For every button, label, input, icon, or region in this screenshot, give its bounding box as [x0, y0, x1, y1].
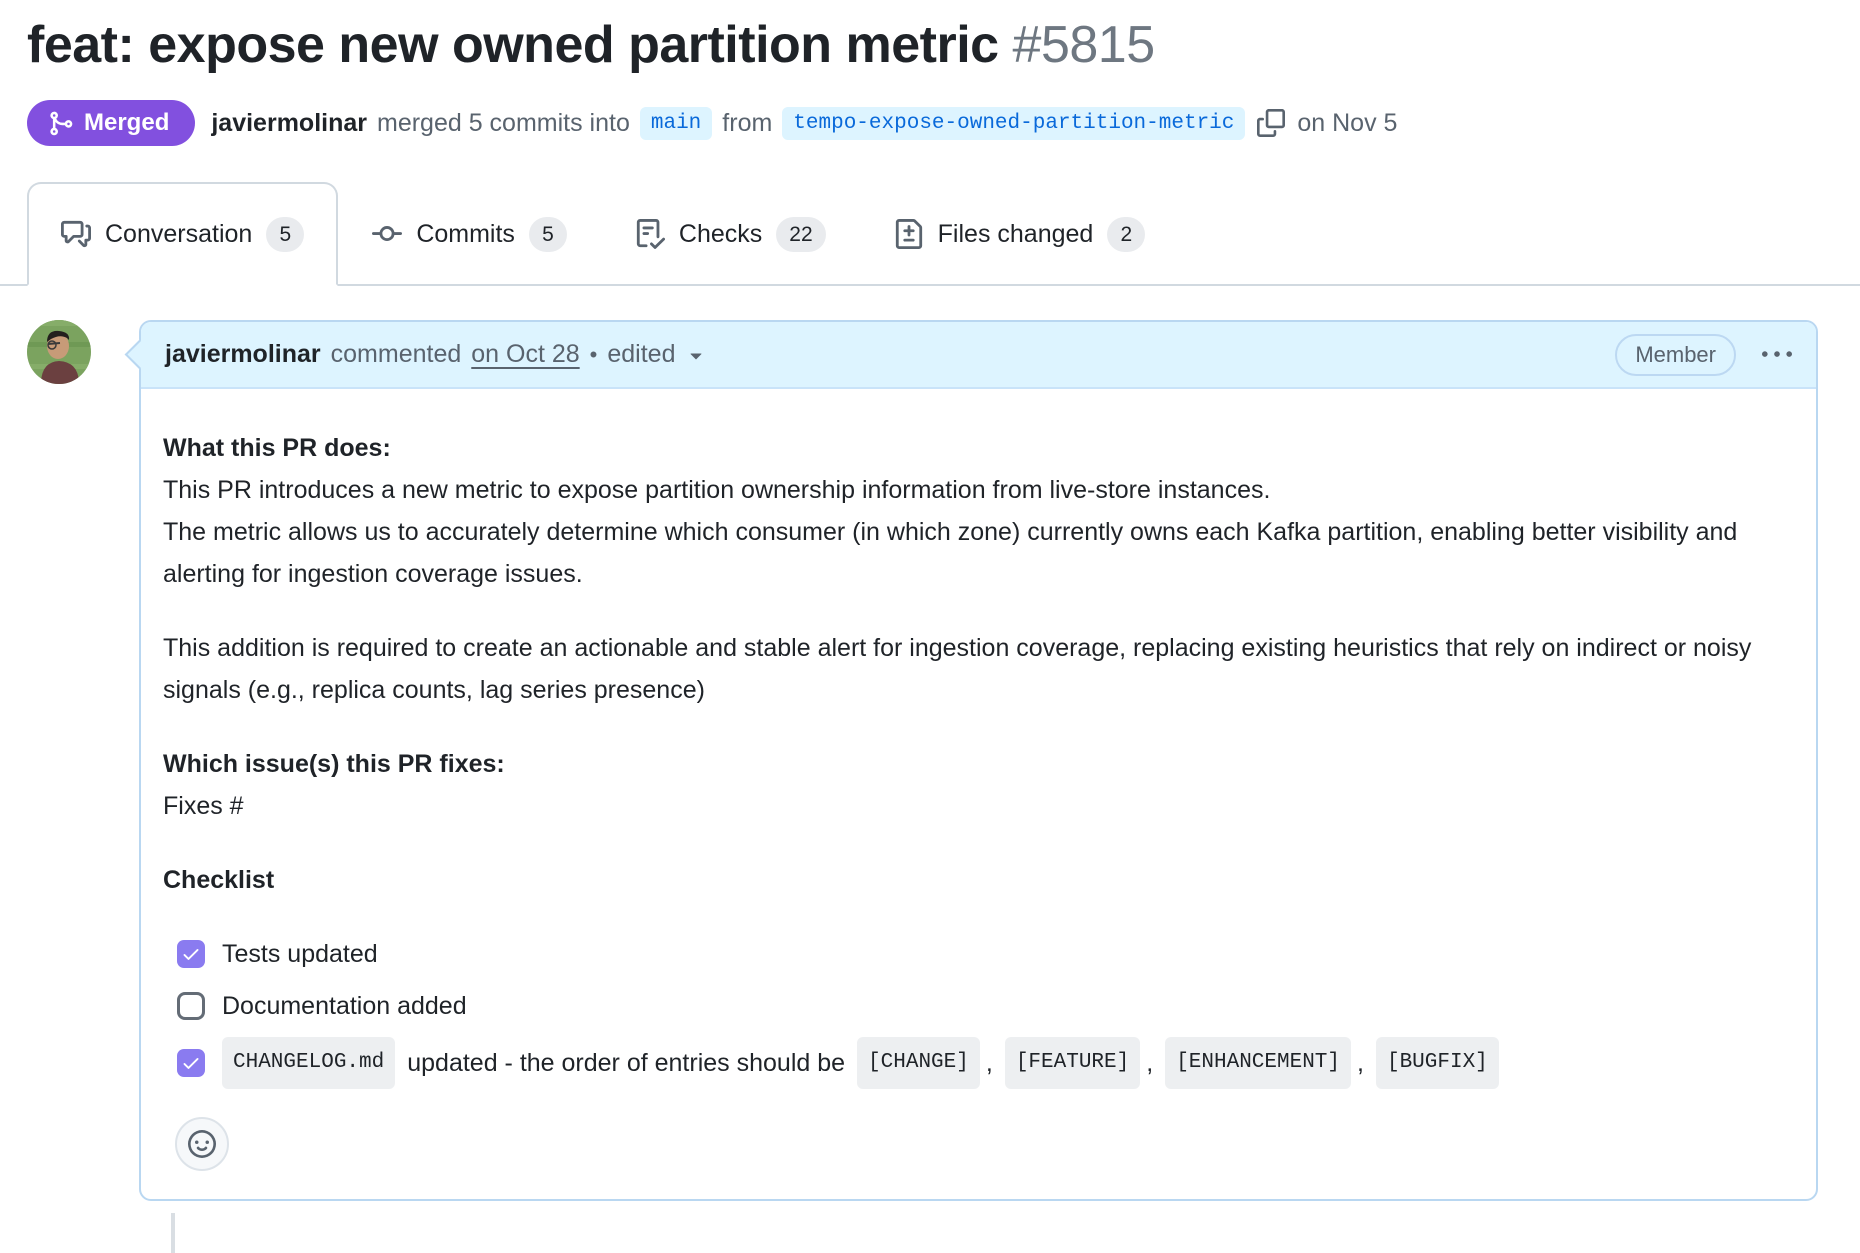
- kebab-horizontal-icon: [1762, 340, 1792, 370]
- checkbox-checked[interactable]: [177, 1049, 205, 1077]
- code-span: [CHANGE]: [857, 1037, 980, 1089]
- pr-title-text: feat: expose new owned partition metric: [27, 16, 999, 74]
- base-branch-label[interactable]: main: [640, 107, 712, 140]
- merge-summary-text: merged 5 commits into: [377, 109, 630, 138]
- paragraph-which-issues: Which issue(s) this PR fixes: Fixes #: [163, 743, 1794, 827]
- tab-label: Files changed: [938, 220, 1094, 249]
- pr-meta-row: Merged javiermolinar merged 5 commits in…: [27, 100, 1818, 146]
- task-label: CHANGELOG.md updated - the order of entr…: [222, 1037, 1499, 1089]
- merge-summary: javiermolinar merged 5 commits into main…: [211, 107, 1397, 140]
- checkbox-unchecked[interactable]: [177, 992, 205, 1020]
- comment-header: javiermolinar commented on Oct 28 • edit…: [141, 322, 1816, 389]
- tab-conversation[interactable]: Conversation 5: [27, 182, 338, 286]
- head-branch-label[interactable]: tempo-expose-owned-partition-metric: [782, 107, 1245, 140]
- tab-counter: 2: [1107, 217, 1145, 252]
- member-badge: Member: [1615, 334, 1736, 376]
- tab-commits[interactable]: Commits 5: [338, 182, 601, 286]
- comment-header-actions: Member: [1615, 334, 1792, 376]
- section-heading: Checklist: [163, 859, 1794, 901]
- edited-label[interactable]: edited: [607, 340, 675, 369]
- dot-separator: •: [590, 342, 598, 368]
- author-link[interactable]: javiermolinar: [211, 109, 367, 138]
- pull-request-page: feat: expose new owned partition metric …: [0, 0, 1860, 1253]
- check-icon: [181, 1053, 201, 1073]
- task-item: CHANGELOG.md updated - the order of entr…: [177, 1037, 1794, 1089]
- body-text: The metric allows us to accurately deter…: [163, 511, 1794, 595]
- task-label: Documentation added: [222, 985, 467, 1027]
- body-text: This PR introduces a new metric to expos…: [163, 469, 1794, 511]
- comment-header-meta: javiermolinar commented on Oct 28 • edit…: [165, 340, 708, 369]
- copy-icon: [1257, 109, 1285, 137]
- task-label: Tests updated: [222, 933, 378, 975]
- tab-checks[interactable]: Checks 22: [601, 182, 860, 286]
- body-text: Fixes #: [163, 785, 1794, 827]
- paragraph-addition-required: This addition is required to create an a…: [163, 627, 1794, 711]
- tab-label: Conversation: [105, 220, 252, 249]
- task-list: Tests updated Documentation added CHANGE…: [163, 933, 1794, 1089]
- git-commit-icon: [372, 219, 402, 249]
- smiley-icon: [188, 1130, 216, 1158]
- pr-timeline: javiermolinar commented on Oct 28 • edit…: [0, 320, 1860, 1253]
- body-text: This addition is required to create an a…: [163, 627, 1794, 711]
- paragraph-what-this-pr-does: What this PR does: This PR introduces a …: [163, 427, 1794, 595]
- tab-label: Commits: [416, 220, 515, 249]
- section-heading: What this PR does:: [163, 427, 1794, 469]
- comment-date-link[interactable]: on Oct 28: [471, 340, 579, 369]
- code-span: [ENHANCEMENT]: [1165, 1037, 1351, 1089]
- add-reaction-button[interactable]: [175, 1117, 229, 1171]
- comment-body: What this PR does: This PR introduces a …: [141, 389, 1816, 1199]
- comma: ,: [986, 1042, 993, 1084]
- code-span: [FEATURE]: [1005, 1037, 1140, 1089]
- avatar-image: [27, 320, 91, 384]
- merged-status-label: Merged: [84, 109, 169, 137]
- section-heading: Which issue(s) this PR fixes:: [163, 743, 1794, 785]
- tab-counter: 5: [266, 217, 304, 252]
- code-span: CHANGELOG.md: [222, 1037, 395, 1089]
- merged-status-badge: Merged: [27, 100, 195, 146]
- task-item: Documentation added: [177, 985, 1794, 1027]
- check-icon: [181, 944, 201, 964]
- git-merge-icon: [47, 110, 74, 137]
- paragraph-checklist-heading: Checklist: [163, 859, 1794, 901]
- comment-author-link[interactable]: javiermolinar: [165, 340, 321, 369]
- comment-action-text: commented: [331, 340, 462, 369]
- file-diff-icon: [894, 219, 924, 249]
- comment-discussion-icon: [61, 219, 91, 249]
- page-title: feat: expose new owned partition metric …: [0, 10, 1860, 76]
- kebab-menu-button[interactable]: [1762, 340, 1792, 370]
- merge-date: on Nov 5: [1297, 109, 1397, 138]
- tab-counter: 5: [529, 217, 567, 252]
- code-span: [BUGFIX]: [1376, 1037, 1499, 1089]
- pr-tab-bar: Conversation 5 Commits 5 Checks 22 Files…: [0, 182, 1860, 286]
- tab-counter: 22: [776, 217, 825, 252]
- timeline-line: [171, 1213, 175, 1253]
- checklist-icon: [635, 219, 665, 249]
- avatar[interactable]: [27, 320, 91, 384]
- from-text: from: [722, 109, 772, 138]
- pr-number: #5815: [1013, 16, 1155, 74]
- tab-label: Checks: [679, 220, 762, 249]
- tab-files-changed[interactable]: Files changed 2: [860, 182, 1180, 286]
- checkbox-checked[interactable]: [177, 940, 205, 968]
- task-text: updated - the order of entries should be: [407, 1042, 845, 1084]
- copy-branch-button[interactable]: [1257, 109, 1285, 137]
- comma: ,: [1357, 1042, 1364, 1084]
- task-item: Tests updated: [177, 933, 1794, 975]
- comma: ,: [1146, 1042, 1153, 1084]
- comment-box: javiermolinar commented on Oct 28 • edit…: [139, 320, 1818, 1201]
- chevron-down-icon[interactable]: [684, 343, 708, 367]
